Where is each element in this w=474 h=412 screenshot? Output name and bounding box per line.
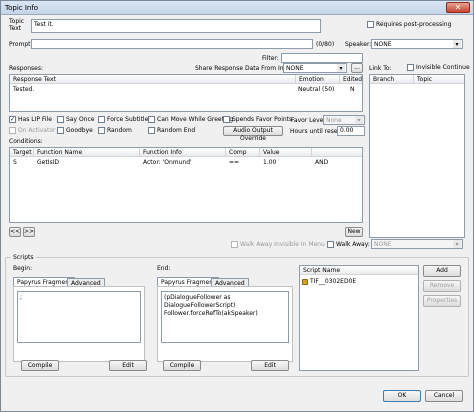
- responses-list[interactable]: Response Text Emotion Edited Tested. Neu…: [9, 74, 363, 112]
- conditions-label: Conditions:: [9, 138, 43, 145]
- requires-postprocessing-checkbox[interactable]: Requires post-processing: [367, 21, 451, 28]
- hours-until-reset-label: Hours until reset:: [290, 128, 342, 135]
- topic-text-input[interactable]: Test it.: [31, 19, 321, 33]
- checkbox-icon: [223, 116, 230, 123]
- emotion-cell: Neutral (50): [298, 86, 335, 93]
- checkbox-icon: [407, 64, 414, 71]
- can-move-while-greeting-checkbox[interactable]: Can Move While Greeting: [148, 116, 233, 123]
- hours-until-reset-input[interactable]: 0.00: [337, 126, 365, 136]
- column-header-topic[interactable]: Topic: [414, 75, 464, 84]
- force-subtitle-checkbox[interactable]: Force Subtitle: [98, 116, 148, 123]
- column-header-emotion[interactable]: Emotion: [296, 75, 340, 84]
- speaker-select[interactable]: NONE: [371, 39, 463, 49]
- begin-script-editor[interactable]: ;: [17, 291, 141, 343]
- window-title: Topic Info: [5, 4, 39, 12]
- filter-label: Filter:: [262, 55, 279, 62]
- begin-edit-button[interactable]: Edit: [109, 360, 147, 371]
- speaker-label: Speaker:: [345, 41, 372, 48]
- prompt-counter: (0/80): [316, 41, 335, 48]
- column-header-script-name[interactable]: Script Name: [300, 266, 418, 275]
- previous-button[interactable]: <<: [9, 227, 21, 237]
- has-lip-file-checkbox[interactable]: ✓ Has LIP File: [9, 116, 52, 123]
- condition-and-or-cell: AND: [315, 159, 329, 166]
- conditions-list[interactable]: Target Function Name Function Info Comp …: [9, 147, 363, 223]
- checkbox-icon: [231, 241, 238, 248]
- walk-away-checkbox[interactable]: Walk Away:: [327, 241, 370, 248]
- end-compile-button[interactable]: Compile: [163, 360, 201, 371]
- column-header-response-text[interactable]: Response Text: [10, 75, 296, 84]
- title-bar: Topic Info ✕: [1, 1, 473, 15]
- favor-level-label: Favor Level:: [291, 117, 328, 124]
- audio-output-override-button[interactable]: Audio Output Override: [223, 126, 283, 142]
- response-text-cell: Tested.: [13, 86, 35, 93]
- topic-text-value: Test it.: [34, 21, 54, 28]
- on-activator-checkbox[interactable]: On Activator: [9, 127, 55, 134]
- walk-away-select[interactable]: NONE: [371, 239, 463, 249]
- column-header-branch[interactable]: Branch: [370, 75, 414, 84]
- column-header-and-or[interactable]: [312, 148, 362, 157]
- checkbox-icon: ✓: [9, 116, 16, 123]
- list-item[interactable]: TIF__0302ED0E: [302, 277, 356, 286]
- prompt-input[interactable]: [31, 39, 313, 49]
- next-button[interactable]: >>: [23, 227, 35, 237]
- walk-away-invisible-checkbox[interactable]: Walk Away Invisible In Menu: [231, 241, 325, 248]
- script-properties-button[interactable]: Properties: [423, 295, 461, 307]
- column-header-function-info[interactable]: Function Info: [140, 148, 226, 157]
- share-response-browse-button[interactable]: ...: [351, 63, 363, 73]
- remove-script-button[interactable]: Remove: [423, 280, 461, 292]
- end-edit-button[interactable]: Edit: [251, 360, 289, 371]
- topic-info-window: Topic Info ✕ Topic Text Test it. Requires…: [0, 0, 474, 412]
- checkbox-icon: [327, 241, 334, 248]
- responses-label: Responses:: [9, 65, 43, 72]
- begin-label: Begin:: [13, 265, 33, 272]
- link-to-list[interactable]: Branch Topic: [369, 74, 465, 238]
- close-icon: ✕: [454, 3, 462, 12]
- favor-level-select[interactable]: None: [323, 115, 365, 125]
- column-header-function-name[interactable]: Function Name: [34, 148, 140, 157]
- checkbox-icon: [98, 116, 105, 123]
- end-script-editor[interactable]: (pDialogueFollower as DialogueFollowerSc…: [161, 291, 289, 343]
- checkbox-icon: [57, 127, 64, 134]
- prompt-label: Prompt:: [9, 41, 33, 48]
- script-icon: [302, 278, 308, 285]
- script-list[interactable]: Script Name TIF__0302ED0E: [299, 265, 419, 371]
- share-response-label: Share Response Data From Info:: [195, 65, 292, 72]
- end-label: End:: [157, 265, 171, 272]
- checkbox-icon: [367, 21, 374, 28]
- say-once-checkbox[interactable]: Say Once: [57, 116, 94, 123]
- close-button[interactable]: ✕: [446, 2, 470, 13]
- checkbox-icon: [98, 127, 105, 134]
- invisible-continue-checkbox[interactable]: Invisible Continue: [407, 64, 470, 71]
- condition-comp-cell: ==: [229, 159, 240, 166]
- condition-info-cell: Actor: 'Onmund': [143, 159, 192, 166]
- edited-cell: N: [350, 86, 355, 93]
- checkbox-icon: [148, 127, 155, 134]
- random-end-checkbox[interactable]: Random End: [148, 127, 195, 134]
- link-to-label: Link To:: [369, 65, 392, 72]
- scripts-label: Scripts: [11, 254, 36, 261]
- column-header-edited[interactable]: Edited: [340, 75, 362, 84]
- condition-function-cell: GetIsID: [37, 159, 59, 166]
- condition-value-cell: 1.00: [263, 159, 277, 166]
- column-header-value[interactable]: Value: [260, 148, 312, 157]
- ok-button[interactable]: OK: [383, 390, 421, 402]
- column-header-comp[interactable]: Comp: [226, 148, 260, 157]
- random-checkbox[interactable]: Random: [98, 127, 132, 134]
- share-response-select[interactable]: NONE: [283, 63, 347, 73]
- cancel-button[interactable]: Cancel: [425, 390, 463, 402]
- checkbox-icon: [148, 116, 155, 123]
- checkbox-icon: [9, 127, 16, 134]
- column-header-target[interactable]: Target: [10, 148, 34, 157]
- condition-target-cell: S: [13, 159, 17, 166]
- spends-favor-points-checkbox[interactable]: Spends Favor Points: [223, 116, 292, 123]
- add-script-button[interactable]: Add: [423, 265, 461, 277]
- topic-text-label: Topic Text: [9, 18, 25, 32]
- filter-input[interactable]: [281, 53, 363, 63]
- begin-compile-button[interactable]: Compile: [21, 360, 59, 371]
- new-condition-button[interactable]: New: [345, 227, 363, 237]
- goodbye-checkbox[interactable]: Goodbye: [57, 127, 93, 134]
- checkbox-icon: [57, 116, 64, 123]
